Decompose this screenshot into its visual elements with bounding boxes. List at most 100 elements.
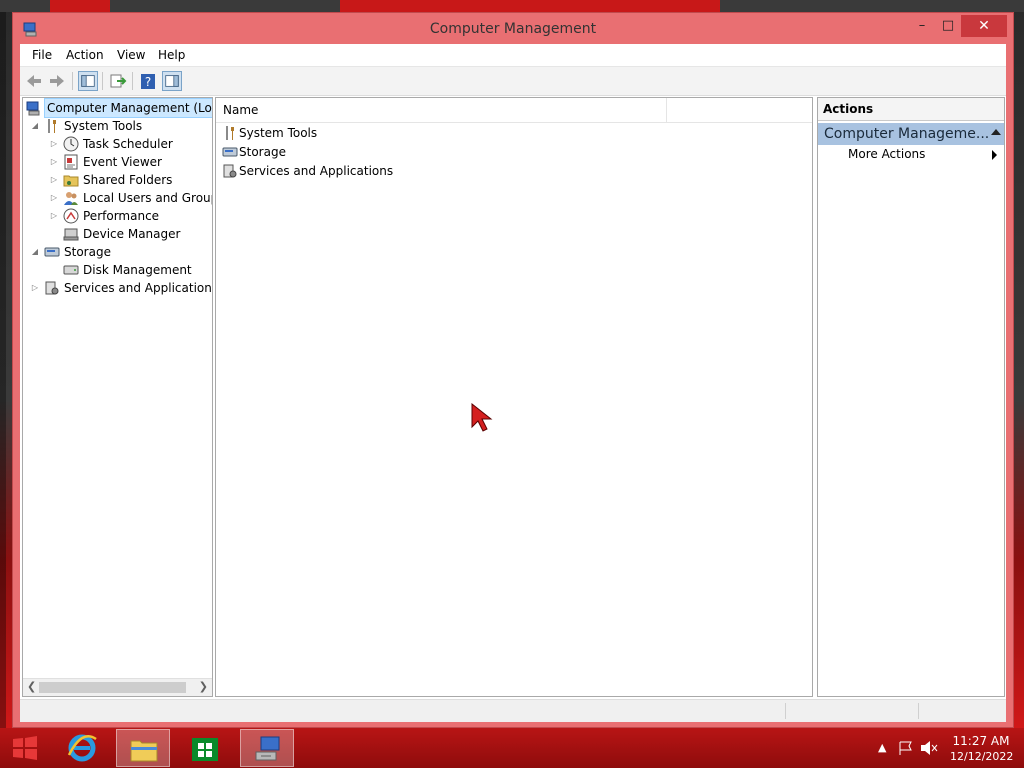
export-list-icon[interactable] xyxy=(108,71,128,91)
shared-folder-icon xyxy=(63,175,79,187)
list-header: Name xyxy=(216,98,812,123)
disk-management-icon xyxy=(63,265,79,275)
tree-item-storage[interactable]: ◢ Storage xyxy=(23,243,212,261)
show-hidden-icons-icon[interactable]: ▲ xyxy=(878,741,886,754)
tree-item-system-tools[interactable]: ◢ System Tools xyxy=(23,117,212,135)
help-icon[interactable]: ? xyxy=(138,71,158,91)
show-hide-action-pane-icon[interactable] xyxy=(162,71,182,91)
tree-item-device-manager[interactable]: Device Manager xyxy=(23,225,212,243)
services-icon xyxy=(45,281,59,295)
collapse-caret-icon[interactable] xyxy=(991,129,1001,135)
show-hide-tree-icon[interactable] xyxy=(78,71,98,91)
expand-arrow-icon[interactable]: ▷ xyxy=(49,171,59,189)
volume-muted-icon[interactable] xyxy=(920,740,938,756)
clock-icon xyxy=(63,136,79,152)
mouse-cursor-icon xyxy=(471,403,493,432)
collapse-arrow-icon[interactable]: ◢ xyxy=(30,243,40,261)
actions-section-computer-management[interactable]: Computer Manageme... xyxy=(818,123,1004,145)
close-button[interactable]: ✕ xyxy=(961,15,1007,37)
console-tree[interactable]: Computer Management (Local ◢ System Tool… xyxy=(22,97,213,697)
system-tools-icon xyxy=(48,119,56,133)
tree-label: Disk Management xyxy=(83,263,192,277)
taskbar-computer-management[interactable] xyxy=(240,729,294,767)
tree-label: Task Scheduler xyxy=(83,137,173,151)
menu-help[interactable]: Help xyxy=(158,48,185,62)
column-header-name[interactable]: Name xyxy=(223,103,258,117)
tree-label: Event Viewer xyxy=(83,155,162,169)
list-item-label: System Tools xyxy=(239,126,318,140)
submenu-arrow-icon[interactable] xyxy=(992,150,997,160)
menu-action[interactable]: Action xyxy=(66,48,104,62)
more-actions-link[interactable]: More Actions xyxy=(848,147,925,161)
maximize-button[interactable]: □ xyxy=(935,15,961,37)
taskbar-file-explorer[interactable] xyxy=(116,729,170,767)
tree-label: Computer Management (Local xyxy=(44,98,212,118)
back-icon[interactable] xyxy=(24,71,44,91)
services-icon xyxy=(223,164,237,178)
storage-icon xyxy=(222,147,238,157)
toolbar-separator xyxy=(102,72,103,90)
tree-item-shared-folders[interactable]: ▷ Shared Folders xyxy=(23,171,212,189)
collapse-arrow-icon[interactable]: ◢ xyxy=(30,117,40,135)
scroll-left-icon[interactable]: ❮ xyxy=(27,680,36,693)
expand-arrow-icon[interactable]: ▷ xyxy=(49,207,59,225)
taskbar-internet-explorer[interactable] xyxy=(56,729,110,767)
tree-label: Storage xyxy=(64,245,111,259)
desktop-strip xyxy=(0,0,1024,12)
tree-label: Local Users and Groups xyxy=(83,191,213,205)
store-icon xyxy=(192,738,218,761)
tree-item-local-users[interactable]: ▷ Local Users and Groups xyxy=(23,189,212,207)
tree-item-performance[interactable]: ▷ Performance xyxy=(23,207,212,225)
tree-label: System Tools xyxy=(64,119,143,133)
toolbar: ? xyxy=(20,67,1006,96)
tree-label: Performance xyxy=(83,209,160,223)
results-pane[interactable]: Name System Tools Storage Services and A… xyxy=(215,97,813,697)
list-item-label: Services and Applications xyxy=(239,164,394,178)
menu-bar: File Action View Help xyxy=(20,44,1006,67)
expand-arrow-icon[interactable]: ▷ xyxy=(49,153,59,171)
status-bar xyxy=(20,699,1006,722)
window-client: File Action View Help ? Computer Managem… xyxy=(20,44,1006,722)
forward-icon[interactable] xyxy=(47,71,67,91)
actions-section-label: Computer Manageme... xyxy=(824,126,990,142)
clock-time[interactable]: 11:27 AM xyxy=(950,734,1012,748)
expand-arrow-icon[interactable]: ▷ xyxy=(49,135,59,153)
internet-explorer-icon xyxy=(67,734,97,762)
action-center-flag-icon[interactable] xyxy=(898,740,914,756)
expand-arrow-icon[interactable]: ▷ xyxy=(49,189,59,207)
event-viewer-icon xyxy=(64,154,78,170)
tree-item-task-scheduler[interactable]: ▷ Task Scheduler xyxy=(23,135,212,153)
status-divider xyxy=(785,703,786,719)
expand-arrow-icon[interactable]: ▷ xyxy=(30,279,40,297)
clock-date[interactable]: 12/12/2022 xyxy=(950,750,1013,763)
window-title: Computer Management xyxy=(429,21,597,37)
tree-label: Services and Applications xyxy=(64,281,213,295)
column-divider[interactable] xyxy=(666,98,667,122)
scroll-right-icon[interactable]: ❯ xyxy=(199,680,208,693)
tree-label: Device Manager xyxy=(83,227,181,241)
horizontal-scrollbar[interactable]: ❮ ❯ xyxy=(23,678,212,696)
tree-item-computer-management[interactable]: Computer Management (Local xyxy=(23,98,212,118)
list-item-label: Storage xyxy=(239,145,286,159)
actions-pane: Actions Computer Manageme... More Action… xyxy=(817,97,1005,697)
toolbar-separator xyxy=(72,72,73,90)
storage-icon xyxy=(44,247,60,257)
users-icon xyxy=(64,192,78,205)
menu-file[interactable]: File xyxy=(32,48,52,62)
windows-start-icon[interactable] xyxy=(12,736,38,760)
tree-item-disk-management[interactable]: Disk Management xyxy=(23,261,212,279)
tree-label: Shared Folders xyxy=(83,173,173,187)
computer-management-icon xyxy=(255,736,280,761)
tree-item-event-viewer[interactable]: ▷ Event Viewer xyxy=(23,153,212,171)
title-bar[interactable]: Computer Management – □ ✕ xyxy=(13,13,1013,45)
toolbar-separator xyxy=(132,72,133,90)
scrollbar-thumb[interactable] xyxy=(39,682,186,693)
taskbar: ▲ 11:27 AM 12/12/2022 xyxy=(0,728,1024,768)
taskbar-store[interactable] xyxy=(178,729,232,767)
computer-management-icon xyxy=(26,101,40,116)
minimize-button[interactable]: – xyxy=(909,15,935,37)
folder-icon xyxy=(130,740,158,762)
performance-icon xyxy=(63,208,79,224)
tree-item-services-applications[interactable]: ▷ Services and Applications xyxy=(23,279,212,297)
menu-view[interactable]: View xyxy=(117,48,145,62)
